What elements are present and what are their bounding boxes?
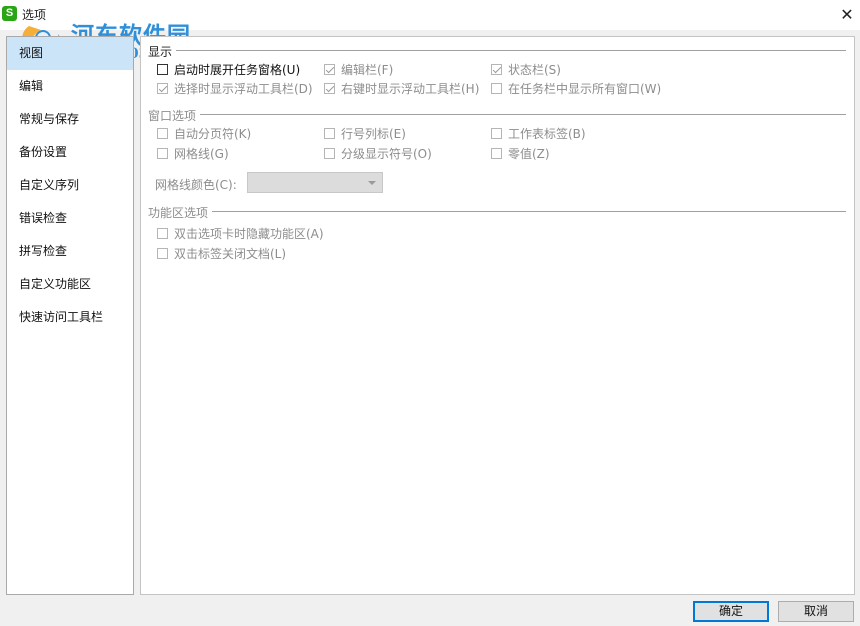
section-divider	[212, 211, 846, 212]
option-label: 网格线(G)	[174, 147, 229, 161]
option-label: 状态栏(S)	[508, 63, 561, 77]
chevron-down-icon	[368, 181, 376, 185]
checkbox[interactable]	[157, 128, 168, 139]
sidebar-item-view[interactable]: 视图	[7, 37, 133, 70]
section-divider	[200, 114, 846, 115]
gridline-color-label: 网格线颜色(C):	[155, 178, 237, 192]
checkbox[interactable]	[157, 148, 168, 159]
option-label: 右键时显示浮动工具栏(H)	[341, 82, 480, 96]
checkbox[interactable]	[324, 64, 335, 75]
window-options-section-label: 窗口选项	[148, 109, 197, 123]
checkbox[interactable]	[157, 64, 168, 75]
option-label: 在任务栏中显示所有窗口(W)	[508, 82, 662, 96]
option-label: 启动时展开任务窗格(U)	[174, 63, 301, 77]
sidebar-item-edit[interactable]: 编辑	[7, 70, 133, 103]
ribbon-options-section-label: 功能区选项	[148, 206, 209, 220]
sidebar-item-customize-ribbon[interactable]: 自定义功能区	[7, 268, 133, 301]
checkbox[interactable]	[157, 228, 168, 239]
option-label: 双击标签关闭文档(L)	[174, 247, 287, 261]
sidebar-item-custom-lists[interactable]: 自定义序列	[7, 169, 133, 202]
wps-spreadsheet-icon: S	[2, 6, 17, 21]
checkbox[interactable]	[324, 83, 335, 94]
window-title: 选项	[22, 8, 47, 22]
sidebar-item-spelling[interactable]: 拼写检查	[7, 235, 133, 268]
sidebar-item-error-checking[interactable]: 错误检查	[7, 202, 133, 235]
sidebar-item-general-save[interactable]: 常规与保存	[7, 103, 133, 136]
option-label: 自动分页符(K)	[174, 127, 252, 141]
title-bar: S 选项 ✕	[0, 0, 860, 30]
option-label: 选择时显示浮动工具栏(D)	[174, 82, 313, 96]
sidebar-item-backup[interactable]: 备份设置	[7, 136, 133, 169]
checkbox[interactable]	[157, 83, 168, 94]
sidebar-item-quick-access-toolbar[interactable]: 快速访问工具栏	[7, 301, 133, 334]
checkbox[interactable]	[157, 248, 168, 259]
section-divider	[176, 50, 846, 51]
checkbox[interactable]	[491, 64, 502, 75]
option-label: 零值(Z)	[508, 147, 550, 161]
option-label: 分级显示符号(O)	[341, 147, 432, 161]
ok-button[interactable]: 确定	[693, 601, 769, 622]
close-button[interactable]: ✕	[838, 6, 856, 24]
ribbon-options-section-header: 功能区选项	[148, 204, 846, 220]
options-sidebar: 视图 编辑 常规与保存 备份设置 自定义序列 错误检查 拼写检查 自定义功能区 …	[6, 36, 134, 595]
cancel-button[interactable]: 取消	[778, 601, 854, 622]
checkbox[interactable]	[324, 148, 335, 159]
checkbox[interactable]	[491, 128, 502, 139]
checkbox[interactable]	[491, 83, 502, 94]
checkbox[interactable]	[491, 148, 502, 159]
option-label: 双击选项卡时隐藏功能区(A)	[174, 227, 324, 241]
option-label: 行号列标(E)	[341, 127, 406, 141]
option-label: 编辑栏(F)	[341, 63, 394, 77]
checkbox[interactable]	[324, 128, 335, 139]
options-panel: 显示 启动时展开任务窗格(U) 编辑栏(F) 状态栏(S) 选择时显示浮动工具栏…	[140, 36, 855, 595]
display-section-header: 显示	[148, 43, 846, 59]
display-section-label: 显示	[148, 45, 173, 59]
gridline-color-dropdown[interactable]	[247, 172, 383, 193]
window-options-section-header: 窗口选项	[148, 107, 846, 123]
option-label: 工作表标签(B)	[508, 127, 586, 141]
